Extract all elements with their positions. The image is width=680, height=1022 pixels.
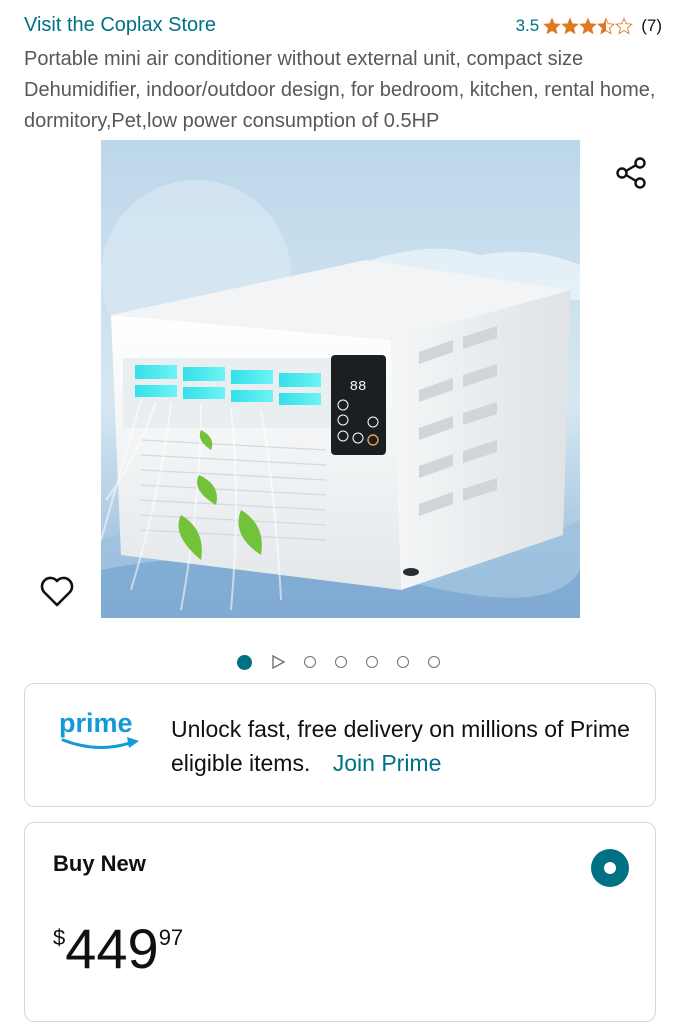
rating-count: (7)	[641, 16, 662, 35]
svg-text:prime: prime	[59, 708, 133, 738]
price-whole: 449	[65, 917, 159, 980]
buy-new-radio[interactable]	[591, 849, 629, 887]
carousel-dot[interactable]	[428, 656, 440, 668]
carousel-dot[interactable]	[304, 656, 316, 668]
favorite-button[interactable]	[34, 568, 80, 614]
product-image[interactable]: 88	[101, 140, 580, 618]
store-header: Visit the Coplax Store 3.5 (7)	[24, 12, 664, 42]
heart-icon	[40, 576, 74, 607]
panel-readout: 88	[350, 379, 367, 395]
carousel-dot[interactable]	[366, 656, 378, 668]
price-fraction: 97	[158, 925, 184, 950]
carousel-dot[interactable]	[335, 656, 347, 668]
star-icon	[561, 17, 580, 35]
carousel-dot[interactable]	[397, 656, 409, 668]
price-currency: $	[53, 925, 66, 950]
share-icon	[616, 157, 646, 189]
star-rating	[543, 17, 634, 35]
half-star-icon	[597, 17, 616, 35]
price: $ 449 97	[53, 919, 183, 979]
buy-new-card[interactable]: Buy New $ 449 97	[24, 822, 656, 1022]
play-icon[interactable]	[271, 655, 285, 669]
visit-store-link[interactable]: Visit the Coplax Store	[24, 14, 216, 37]
rating-summary[interactable]: 3.5 (7)	[516, 16, 662, 36]
product-title: Portable mini air conditioner without ex…	[24, 48, 656, 132]
carousel-dot-active[interactable]	[237, 654, 252, 670]
empty-star-icon	[615, 17, 634, 35]
buy-new-label: Buy New	[53, 851, 146, 876]
join-prime-link[interactable]: Join Prime	[333, 750, 442, 776]
image-carousel-indicator[interactable]	[237, 651, 459, 673]
rating-value: 3.5	[515, 16, 540, 35]
prime-promo-card: prime Unlock fast, free delivery on mill…	[24, 683, 656, 807]
prime-message-block: Unlock fast, free delivery on millions o…	[171, 712, 641, 780]
prime-logo: prime	[59, 708, 139, 750]
share-button[interactable]	[608, 150, 654, 196]
star-icon	[579, 17, 598, 35]
star-icon	[543, 17, 562, 35]
